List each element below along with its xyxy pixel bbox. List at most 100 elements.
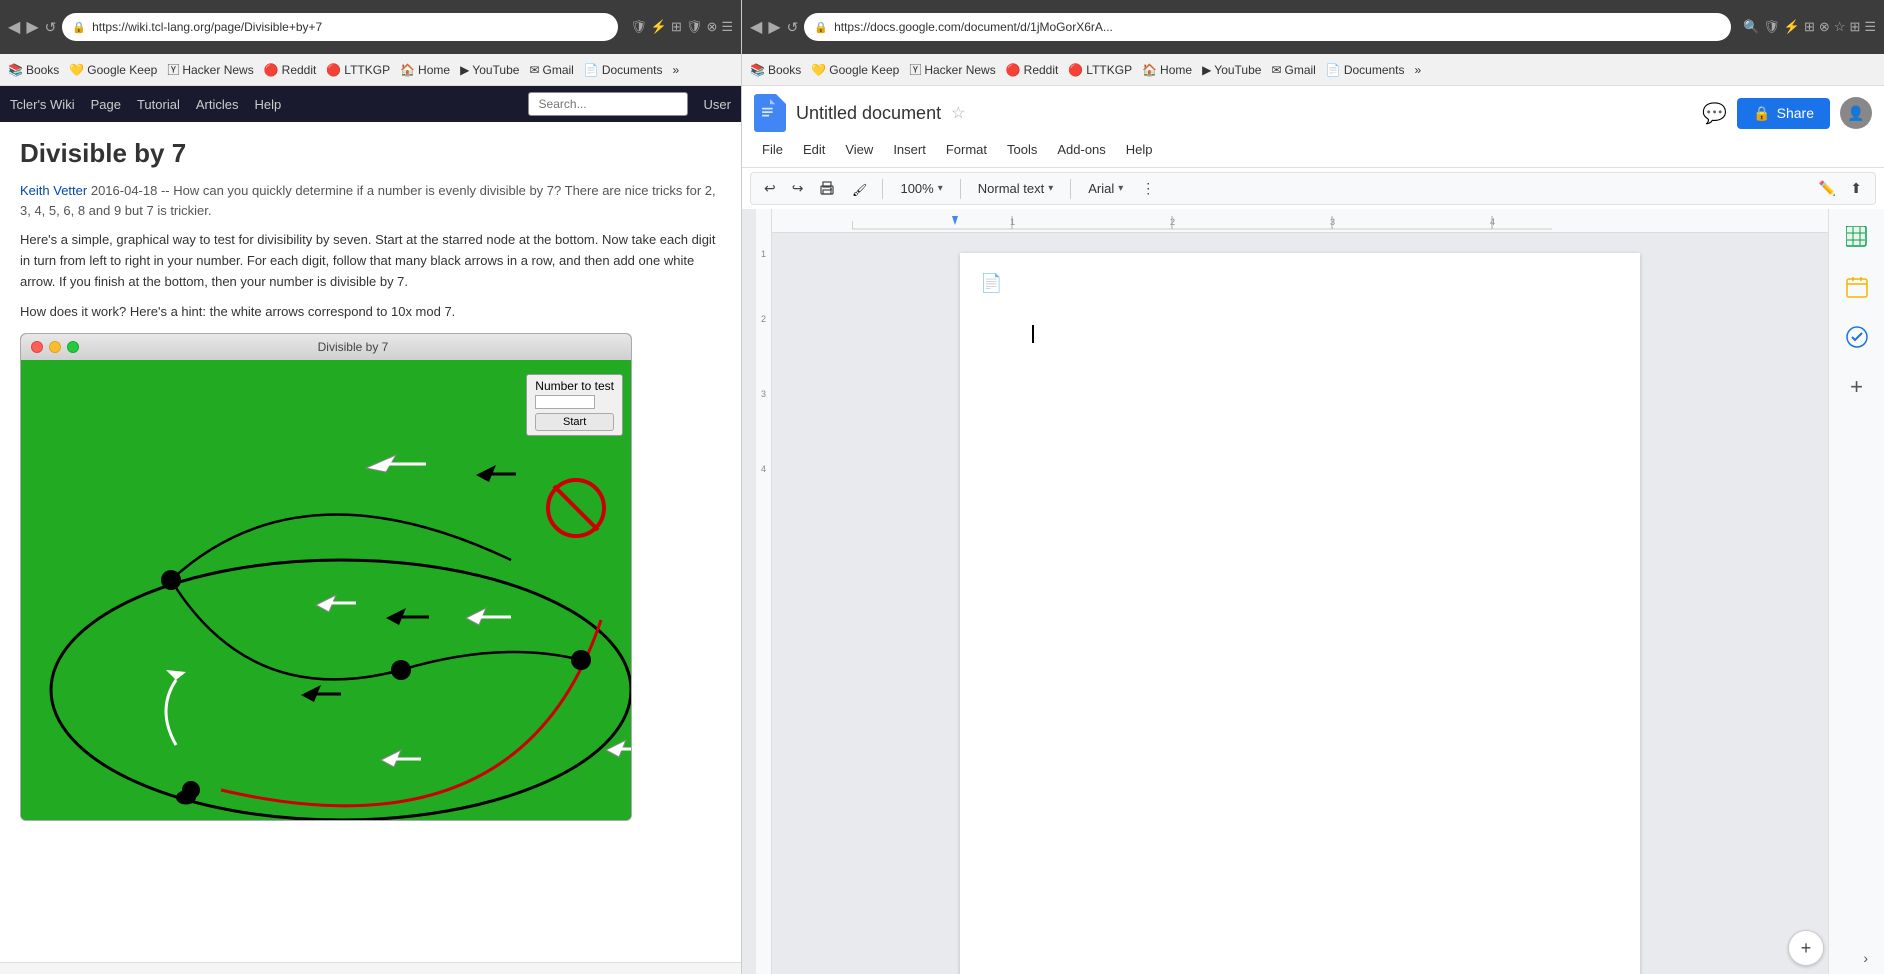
text-style-dropdown[interactable]: Normal text ▾	[971, 177, 1061, 200]
bookmark-gmail-left[interactable]: ✉ Gmail	[529, 63, 573, 77]
url-text-left: https://wiki.tcl-lang.org/page/Divisible…	[92, 20, 322, 34]
redo-button[interactable]: ↪	[787, 177, 809, 200]
sidebar-sheets-icon[interactable]	[1839, 219, 1875, 255]
bookmark-lttkgp-right[interactable]: 🔴 LTTKGP	[1068, 63, 1132, 77]
url-text-right: https://docs.google.com/document/d/1jMoG…	[834, 20, 1113, 34]
ruler-tick-3: 3	[761, 389, 766, 464]
address-bar-left[interactable]: 🔒 https://wiki.tcl-lang.org/page/Divisib…	[62, 13, 618, 41]
bookmark-docs-right[interactable]: 📄 Documents	[1326, 63, 1405, 77]
wiki-nav-tutorial[interactable]: Tutorial	[137, 97, 180, 112]
wiki-brand[interactable]: Tcler's Wiki	[10, 97, 75, 112]
sidebar-tasks-icon[interactable]	[1839, 319, 1875, 355]
wiki-para-1: Here's a simple, graphical way to test f…	[20, 230, 721, 292]
ruler-tick-2: 2	[761, 314, 766, 389]
bookmark-home-right[interactable]: 🏠 Home	[1142, 63, 1192, 77]
share-button[interactable]: 🔒 Share	[1737, 98, 1830, 129]
bookmark-home-left[interactable]: 🏠 Home	[400, 63, 450, 77]
toolbar-edit-icon[interactable]: ✏️	[1814, 177, 1841, 200]
bookmark-gmail-right[interactable]: ✉ Gmail	[1271, 63, 1315, 77]
bookmark-yt-left[interactable]: ▶ YouTube	[460, 63, 519, 77]
sidebar-calendar-icon[interactable]	[1839, 269, 1875, 305]
print-button[interactable]	[814, 178, 840, 200]
reload-button-left[interactable]: ↺	[45, 19, 57, 36]
sidebar-add-icon[interactable]: +	[1839, 369, 1875, 405]
more-options-button[interactable]: ⋮	[1136, 177, 1160, 200]
bookmark-hn-right[interactable]: 🅈 Hacker News	[909, 61, 995, 78]
lock-icon-left: 🔒	[72, 21, 86, 34]
wiki-author-link[interactable]: Keith Vetter	[20, 183, 87, 198]
browser-chrome-right: ◀ ▶ ↺ 🔒 https://docs.google.com/document…	[742, 0, 1884, 54]
bookmarks-bar-left: 📚 Books 💛 Google Keep 🅈 Hacker News 🔴 Re…	[0, 54, 741, 86]
toolbar-divider-2	[960, 179, 961, 199]
bookmark-books-left[interactable]: 📚 Books	[8, 63, 59, 77]
menu-tools[interactable]: Tools	[999, 138, 1045, 161]
divisibility-graph	[21, 360, 632, 820]
share-label: Share	[1777, 105, 1814, 121]
bookmark-more-right[interactable]: »	[1415, 63, 1422, 77]
address-bar-right[interactable]: 🔒 https://docs.google.com/document/d/1jM…	[804, 13, 1731, 41]
back-button-right[interactable]: ◀	[750, 17, 762, 37]
docs-header: Untitled document ☆ 💬 🔒 Share 👤 File Edi…	[742, 86, 1884, 168]
zoom-dropdown-arrow: ▾	[938, 183, 943, 194]
bookmark-yt-right[interactable]: ▶ YouTube	[1202, 63, 1261, 77]
forward-button-left[interactable]: ▶	[26, 17, 38, 37]
docs-document-title[interactable]: Untitled document	[796, 103, 941, 124]
font-dropdown-arrow: ▾	[1118, 183, 1123, 194]
menu-file[interactable]: File	[754, 138, 791, 161]
docs-star-icon[interactable]: ☆	[951, 103, 965, 123]
wiki-nav-help[interactable]: Help	[254, 97, 281, 112]
toolbar-expand-icon[interactable]: ⬆	[1845, 177, 1867, 200]
bookmark-hn-left[interactable]: 🅈 Hacker News	[167, 61, 253, 78]
horizontal-scrollbar-left[interactable]	[0, 962, 741, 974]
add-floating-button[interactable]: +	[1788, 930, 1824, 966]
bookmark-docs-left[interactable]: 📄 Documents	[584, 63, 663, 77]
wiki-article-title: Divisible by 7	[20, 138, 721, 169]
menu-help[interactable]: Help	[1118, 138, 1161, 161]
undo-button[interactable]: ↩	[759, 177, 781, 200]
menu-insert[interactable]: Insert	[885, 138, 934, 161]
bookmark-reddit-left[interactable]: 🔴 Reddit	[264, 63, 317, 77]
wiki-search-input[interactable]	[528, 92, 688, 116]
wiki-para-2: How does it work? Here's a hint: the whi…	[20, 302, 721, 323]
menu-edit[interactable]: Edit	[795, 138, 833, 161]
forward-button-right[interactable]: ▶	[768, 17, 780, 37]
menu-format[interactable]: Format	[938, 138, 995, 161]
app-titlebar: Divisible by 7	[21, 334, 631, 360]
user-avatar[interactable]: 👤	[1840, 97, 1872, 129]
wiki-date: 2016-04-18	[91, 183, 158, 198]
docs-comment-icon[interactable]: 💬	[1702, 101, 1727, 126]
paint-format-button[interactable]: 🖌	[846, 178, 872, 200]
expand-sidebar-button[interactable]: ›	[1863, 950, 1868, 966]
reload-button-right[interactable]: ↺	[787, 19, 799, 36]
docs-page[interactable]: 📄	[960, 253, 1640, 974]
wiki-nav-user[interactable]: User	[704, 97, 731, 112]
menu-view[interactable]: View	[837, 138, 881, 161]
wiki-article-meta: Keith Vetter 2016-04-18 -- How can you q…	[20, 181, 721, 220]
bookmark-reddit-right[interactable]: 🔴 Reddit	[1006, 63, 1059, 77]
bookmark-lttkgp-left[interactable]: 🔴 LTTKGP	[326, 63, 390, 77]
zoom-value: 100%	[900, 181, 933, 196]
bookmark-keep-right[interactable]: 💛 Google Keep	[811, 63, 899, 77]
bookmark-books-right[interactable]: 📚 Books	[750, 63, 801, 77]
traffic-light-green[interactable]	[67, 341, 79, 353]
font-dropdown[interactable]: Arial ▾	[1081, 177, 1130, 200]
traffic-light-red[interactable]	[31, 341, 43, 353]
bookmark-keep-left[interactable]: 💛 Google Keep	[69, 63, 157, 77]
share-lock-icon: 🔒	[1753, 105, 1770, 122]
traffic-light-yellow[interactable]	[49, 341, 61, 353]
text-style-dropdown-arrow: ▾	[1048, 183, 1053, 194]
docs-toolbar: ↩ ↪ 🖌 100% ▾ Normal text ▾ Arial ▾	[750, 172, 1876, 205]
bookmark-more-left[interactable]: »	[673, 63, 680, 77]
menu-addons[interactable]: Add-ons	[1049, 138, 1113, 161]
docs-actions: 💬 🔒 Share 👤	[1702, 97, 1872, 129]
wiki-search-container	[528, 92, 688, 116]
back-button-left[interactable]: ◀	[8, 17, 20, 37]
app-window-title: Divisible by 7	[85, 340, 621, 354]
bookmarks-bar-right: 📚 Books 💛 Google Keep 🅈 Hacker News 🔴 Re…	[742, 54, 1884, 86]
svg-text:1: 1	[1010, 217, 1015, 227]
browser-chrome-left: ◀ ▶ ↺ 🔒 https://wiki.tcl-lang.org/page/D…	[0, 0, 741, 54]
text-cursor	[1032, 325, 1034, 343]
wiki-nav-articles[interactable]: Articles	[196, 97, 239, 112]
zoom-dropdown[interactable]: 100% ▾	[893, 177, 949, 200]
wiki-nav-page[interactable]: Page	[91, 97, 121, 112]
